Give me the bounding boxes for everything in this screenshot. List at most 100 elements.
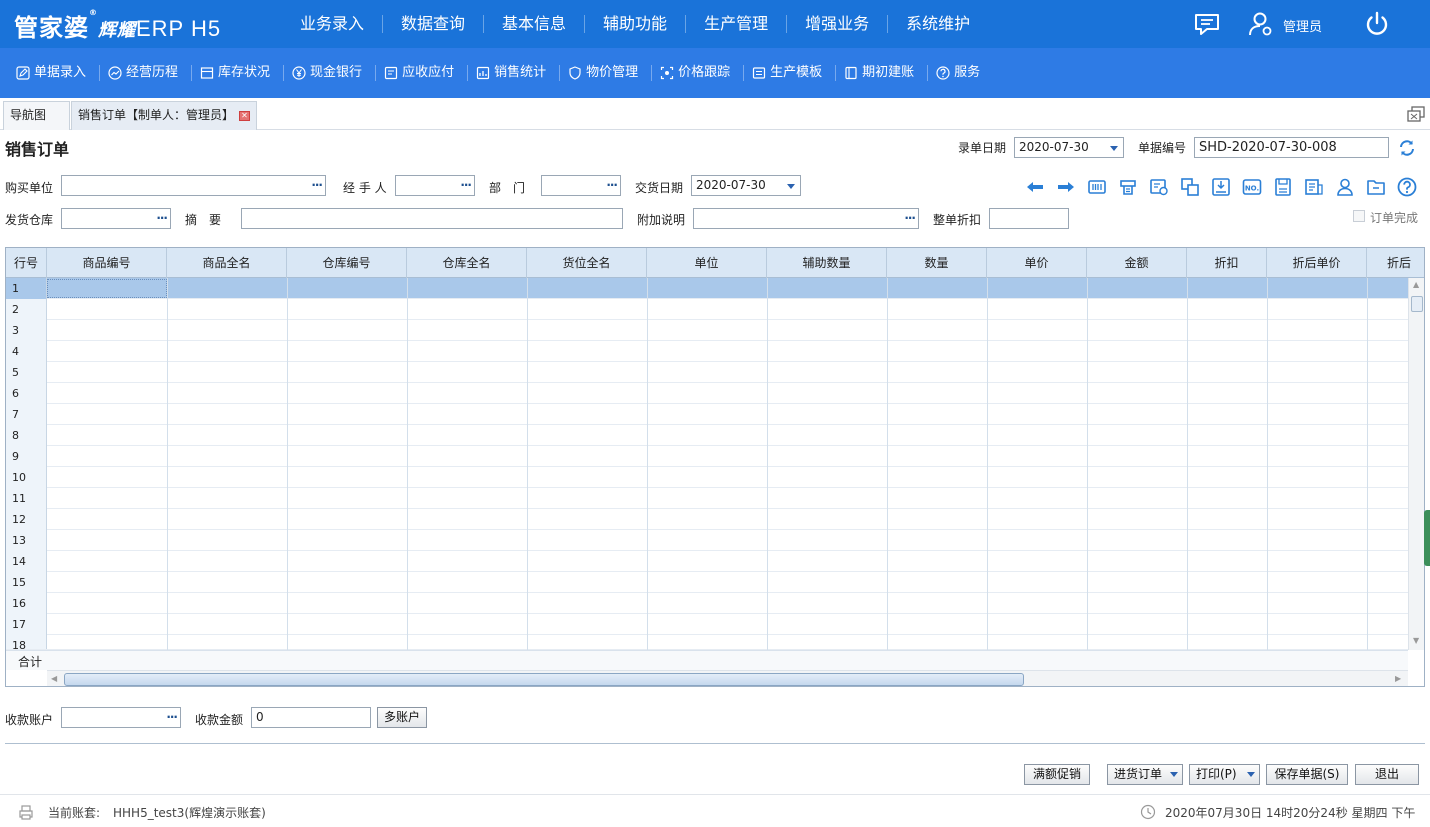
print-button[interactable]: 打印(P) xyxy=(1189,764,1260,785)
table-row[interactable]: 11 xyxy=(6,488,1408,509)
account-field[interactable]: ··· xyxy=(61,707,181,728)
column-header[interactable]: 折扣 xyxy=(1187,248,1267,278)
help-icon[interactable] xyxy=(1397,177,1417,197)
column-header[interactable]: 折后单价 xyxy=(1267,248,1367,278)
order-complete-checkbox[interactable] xyxy=(1353,210,1365,222)
summary-field[interactable] xyxy=(241,208,623,229)
scroll-right-icon[interactable]: ▶ xyxy=(1395,674,1401,683)
table-row[interactable]: 12 xyxy=(6,509,1408,530)
column-header[interactable]: 货位全名 xyxy=(527,248,647,278)
table-row[interactable]: 18 xyxy=(6,635,1408,650)
sub-nav-item[interactable]: 经营历程 xyxy=(100,65,193,81)
note-field[interactable]: ··· xyxy=(693,208,919,229)
scroll-up-icon[interactable]: ▲ xyxy=(1413,280,1419,289)
table-row[interactable]: 2 xyxy=(6,299,1408,320)
buyer-field[interactable]: ··· xyxy=(61,175,326,196)
chevron-down-icon[interactable] xyxy=(1170,772,1178,777)
ellipsis-icon[interactable]: ··· xyxy=(606,176,618,195)
arrow-left-icon[interactable] xyxy=(1025,177,1045,197)
sub-nav-item[interactable]: 库存状况 xyxy=(192,65,285,81)
table-row[interactable]: 15 xyxy=(6,572,1408,593)
table-row[interactable]: 8 xyxy=(6,425,1408,446)
scroll-left-icon[interactable]: ◀ xyxy=(51,674,57,683)
sub-nav-item[interactable]: 单据录入 xyxy=(8,65,101,81)
column-header[interactable]: 商品全名 xyxy=(167,248,287,278)
print-config-icon[interactable] xyxy=(1118,177,1138,197)
sub-nav-item[interactable]: 价格跟踪 xyxy=(652,65,745,81)
scroll-thumb[interactable] xyxy=(64,673,1024,686)
main-nav-item[interactable]: 业务录入 xyxy=(282,15,384,33)
copy-icon[interactable] xyxy=(1180,177,1200,197)
main-nav-item[interactable]: 增强业务 xyxy=(787,15,889,33)
table-row[interactable]: 1 xyxy=(6,278,1408,299)
image-icon[interactable] xyxy=(1149,177,1169,197)
close-icon[interactable]: ✕ xyxy=(239,111,250,121)
chevron-down-icon[interactable] xyxy=(1247,772,1255,777)
sub-nav-item[interactable]: 生产模板 xyxy=(744,65,837,81)
power-icon[interactable] xyxy=(1364,11,1390,37)
table-row[interactable]: 5 xyxy=(6,362,1408,383)
main-nav-item[interactable]: 基本信息 xyxy=(484,15,586,33)
column-header[interactable]: 折后 xyxy=(1367,248,1424,278)
handler-field[interactable]: ··· xyxy=(395,175,475,196)
save-template-icon[interactable] xyxy=(1273,177,1293,197)
serial-no-icon[interactable]: NO. xyxy=(1242,177,1262,197)
doc-no-field[interactable]: SHD-2020-07-30-008 xyxy=(1194,137,1389,158)
column-header[interactable]: 单位 xyxy=(647,248,767,278)
tab-sales-order[interactable]: 销售订单【制单人：管理员】 ✕ xyxy=(71,101,257,130)
main-nav-item[interactable]: 辅助功能 xyxy=(585,15,687,33)
main-nav-item[interactable]: 生产管理 xyxy=(686,15,788,33)
sub-nav-item[interactable]: 应收应付 xyxy=(376,65,469,81)
barcode-icon[interactable] xyxy=(1087,177,1107,197)
stock-query-icon[interactable] xyxy=(1304,177,1324,197)
horizontal-scrollbar[interactable]: ◀ ▶ xyxy=(47,670,1408,686)
user-name[interactable]: 管理员 xyxy=(1283,16,1322,35)
tab-nav[interactable]: 导航图 xyxy=(3,101,70,130)
table-row[interactable]: 14 xyxy=(6,551,1408,572)
table-row[interactable]: 3 xyxy=(6,320,1408,341)
table-row[interactable]: 4 xyxy=(6,341,1408,362)
column-header[interactable]: 金额 xyxy=(1087,248,1187,278)
table-row[interactable]: 17 xyxy=(6,614,1408,635)
ellipsis-icon[interactable]: ··· xyxy=(311,176,323,195)
table-row[interactable]: 13 xyxy=(6,530,1408,551)
warehouse-field[interactable]: ··· xyxy=(61,208,171,229)
delivery-date-select[interactable]: 2020-07-30 xyxy=(691,175,801,196)
table-row[interactable]: 7 xyxy=(6,404,1408,425)
column-header[interactable]: 单价 xyxy=(987,248,1087,278)
ellipsis-icon[interactable]: ··· xyxy=(904,209,916,228)
table-row[interactable]: 9 xyxy=(6,446,1408,467)
sub-nav-item[interactable]: 物价管理 xyxy=(560,65,653,81)
scroll-down-icon[interactable]: ▼ xyxy=(1413,636,1419,645)
save-button[interactable]: 保存单据(S) xyxy=(1266,764,1348,785)
ellipsis-icon[interactable]: ··· xyxy=(460,176,472,195)
entry-date-select[interactable]: 2020-07-30 xyxy=(1014,137,1124,158)
ellipsis-icon[interactable]: ··· xyxy=(156,209,168,228)
amount-field[interactable]: 0 xyxy=(251,707,371,728)
column-header[interactable]: 行号 xyxy=(6,248,47,278)
vertical-scrollbar[interactable]: ▲ ▼ xyxy=(1408,278,1424,650)
column-header[interactable]: 商品编号 xyxy=(47,248,167,278)
active-cell[interactable] xyxy=(47,279,167,298)
column-header[interactable]: 仓库编号 xyxy=(287,248,407,278)
restore-window-icon[interactable] xyxy=(1407,106,1425,122)
dept-field[interactable]: ··· xyxy=(541,175,621,196)
promo-button[interactable]: 满额促销 xyxy=(1024,764,1090,785)
main-nav-item[interactable]: 数据查询 xyxy=(383,15,485,33)
person-icon[interactable] xyxy=(1335,177,1355,197)
exit-button[interactable]: 退出 xyxy=(1355,764,1419,785)
arrow-right-icon[interactable] xyxy=(1056,177,1076,197)
column-header[interactable]: 数量 xyxy=(887,248,987,278)
table-row[interactable]: 16 xyxy=(6,593,1408,614)
table-row[interactable]: 10 xyxy=(6,467,1408,488)
scroll-thumb[interactable] xyxy=(1411,296,1423,312)
sub-nav-item[interactable]: 期初建账 xyxy=(836,65,929,81)
table-row[interactable]: 6 xyxy=(6,383,1408,404)
discount-field[interactable] xyxy=(989,208,1069,229)
sub-nav-item[interactable]: 服务 xyxy=(928,65,993,81)
folder-icon[interactable] xyxy=(1366,177,1386,197)
column-header[interactable]: 辅助数量 xyxy=(767,248,887,278)
order-detail-grid[interactable]: 行号 商品编号 商品全名 仓库编号 仓库全名 货位全名 单位 辅助数量 数量 单… xyxy=(5,247,1425,687)
user-icon[interactable] xyxy=(1248,12,1274,36)
column-header[interactable]: 仓库全名 xyxy=(407,248,527,278)
